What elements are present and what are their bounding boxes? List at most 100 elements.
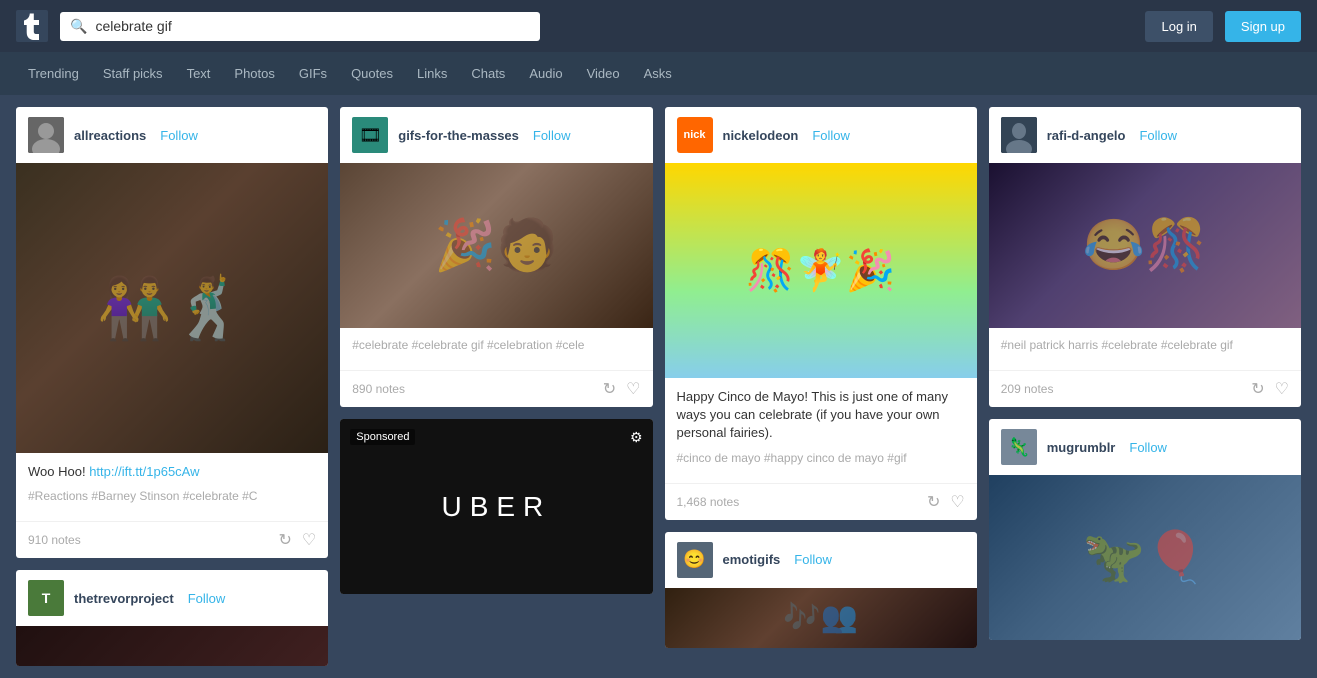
card-rafi: rafi-d-angelo Follow 😂🎊 #neil patrick ha… <box>989 107 1301 407</box>
like-rafi[interactable]: ♡ <box>1275 379 1289 399</box>
image-gifs: 🎉🧑 <box>340 163 652 328</box>
card-header-rafi: rafi-d-angelo Follow <box>989 107 1301 163</box>
card-thetrevorproject: T thetrevorproject Follow <box>16 570 328 666</box>
avatar-gifs: 🎞 <box>352 117 388 153</box>
nav-chats[interactable]: Chats <box>459 52 517 95</box>
column-4: rafi-d-angelo Follow 😂🎊 #neil patrick ha… <box>989 107 1301 640</box>
search-icon: 🔍 <box>70 18 87 35</box>
body-rafi: #neil patrick harris #celebrate #celebra… <box>989 328 1301 370</box>
image-rafi: 😂🎊 <box>989 163 1301 328</box>
nav-asks[interactable]: Asks <box>632 52 684 95</box>
nav-text[interactable]: Text <box>175 52 223 95</box>
username-mugrumblr[interactable]: mugrumblr <box>1047 440 1116 455</box>
image-sponsored: Sponsored ⚙ UBER <box>340 419 652 594</box>
actions-allreactions: ↻ ♡ <box>279 530 317 550</box>
sponsored-badge: Sponsored <box>350 429 415 445</box>
reblog-gifs[interactable]: ↻ <box>603 379 616 399</box>
image-emotigifs: 🎶👥 <box>665 588 977 648</box>
follow-nickelodeon[interactable]: Follow <box>812 128 850 143</box>
body-allreactions: Woo Hoo! http://ift.tt/1p65cAw #Reaction… <box>16 453 328 521</box>
nav-video[interactable]: Video <box>575 52 632 95</box>
avatar-nickelodeon: nick <box>677 117 713 153</box>
notes-nickelodeon: 1,468 notes <box>677 495 928 509</box>
tags-nickelodeon: #cinco de mayo #happy cinco de mayo #gif <box>677 451 965 465</box>
username-nickelodeon[interactable]: nickelodeon <box>723 128 799 143</box>
notes-gifs: 890 notes <box>352 382 603 396</box>
card-gifs: 🎞 gifs-for-the-masses Follow 🎉🧑 #celebra… <box>340 107 652 407</box>
reblog-allreactions[interactable]: ↻ <box>279 530 292 550</box>
sponsored-settings-icon[interactable]: ⚙ <box>630 429 643 446</box>
content-grid: allreactions Follow 👫🕺 Woo Hoo! http://i… <box>0 95 1317 678</box>
nav-links[interactable]: Links <box>405 52 459 95</box>
like-allreactions[interactable]: ♡ <box>302 530 316 550</box>
nav-quotes[interactable]: Quotes <box>339 52 405 95</box>
card-sponsored: Sponsored ⚙ UBER <box>340 419 652 594</box>
card-header-gifs: 🎞 gifs-for-the-masses Follow <box>340 107 652 163</box>
search-box: 🔍 <box>60 12 540 41</box>
username-allreactions[interactable]: allreactions <box>74 128 146 143</box>
card-header-emotigifs: 😊 emotigifs Follow <box>665 532 977 588</box>
link-allreactions[interactable]: http://ift.tt/1p65cAw <box>89 464 199 479</box>
nav-photos[interactable]: Photos <box>222 52 286 95</box>
uber-logo: UBER <box>441 491 551 523</box>
username-gifs[interactable]: gifs-for-the-masses <box>398 128 519 143</box>
follow-allreactions[interactable]: Follow <box>160 128 198 143</box>
username-emotigifs[interactable]: emotigifs <box>723 552 781 567</box>
follow-mugrumblr[interactable]: Follow <box>1129 440 1167 455</box>
body-gifs: #celebrate #celebrate gif #celebration #… <box>340 328 652 370</box>
username-rafi[interactable]: rafi-d-angelo <box>1047 128 1126 143</box>
footer-rafi: 209 notes ↻ ♡ <box>989 370 1301 407</box>
login-button[interactable]: Log in <box>1145 11 1212 42</box>
follow-rafi[interactable]: Follow <box>1139 128 1177 143</box>
footer-nickelodeon: 1,468 notes ↻ ♡ <box>665 483 977 520</box>
username-thetrevor[interactable]: thetrevorproject <box>74 591 174 606</box>
card-header-mugrumblr: 🦎 mugrumblr Follow <box>989 419 1301 475</box>
actions-gifs: ↻ ♡ <box>603 379 641 399</box>
card-emotigifs: 😊 emotigifs Follow 🎶👥 <box>665 532 977 648</box>
header: 🔍 Log in Sign up <box>0 0 1317 52</box>
nav-audio[interactable]: Audio <box>517 52 574 95</box>
card-nickelodeon: nick nickelodeon Follow 🎊🧚🎉 Happy Cinco … <box>665 107 977 520</box>
nav-gifs[interactable]: GIFs <box>287 52 339 95</box>
column-2: 🎞 gifs-for-the-masses Follow 🎉🧑 #celebra… <box>340 107 652 594</box>
image-allreactions: 👫🕺 <box>16 163 328 453</box>
tumblr-logo[interactable] <box>16 10 48 42</box>
main-nav: Trending Staff picks Text Photos GIFs Qu… <box>0 52 1317 95</box>
reblog-nickelodeon[interactable]: ↻ <box>927 492 940 512</box>
card-header-thetrevor: T thetrevorproject Follow <box>16 570 328 626</box>
card-allreactions: allreactions Follow 👫🕺 Woo Hoo! http://i… <box>16 107 328 558</box>
avatar-rafi <box>1001 117 1037 153</box>
column-3: nick nickelodeon Follow 🎊🧚🎉 Happy Cinco … <box>665 107 977 648</box>
card-mugrumblr: 🦎 mugrumblr Follow 🦖🎈 <box>989 419 1301 640</box>
body-nickelodeon: Happy Cinco de Mayo! This is just one of… <box>665 378 977 483</box>
card-header-allreactions: allreactions Follow <box>16 107 328 163</box>
search-input[interactable] <box>95 18 530 34</box>
avatar-thetrevor: T <box>28 580 64 616</box>
notes-allreactions: 910 notes <box>28 533 279 547</box>
avatar-allreactions <box>28 117 64 153</box>
like-nickelodeon[interactable]: ♡ <box>950 492 964 512</box>
tags-gifs: #celebrate #celebrate gif #celebration #… <box>352 338 640 352</box>
actions-rafi: ↻ ♡ <box>1251 379 1289 399</box>
image-nickelodeon: 🎊🧚🎉 <box>665 163 977 378</box>
reblog-rafi[interactable]: ↻ <box>1251 379 1264 399</box>
column-1: allreactions Follow 👫🕺 Woo Hoo! http://i… <box>16 107 328 666</box>
text-nickelodeon: Happy Cinco de Mayo! This is just one of… <box>677 388 965 443</box>
signup-button[interactable]: Sign up <box>1225 11 1301 42</box>
image-mugrumblr: 🦖🎈 <box>989 475 1301 640</box>
card-header-nickelodeon: nick nickelodeon Follow <box>665 107 977 163</box>
like-gifs[interactable]: ♡ <box>626 379 640 399</box>
follow-thetrevor[interactable]: Follow <box>188 591 226 606</box>
avatar-mugrumblr: 🦎 <box>1001 429 1037 465</box>
tags-rafi: #neil patrick harris #celebrate #celebra… <box>1001 338 1289 352</box>
footer-gifs: 890 notes ↻ ♡ <box>340 370 652 407</box>
follow-gifs[interactable]: Follow <box>533 128 571 143</box>
follow-emotigifs[interactable]: Follow <box>794 552 832 567</box>
avatar-emotigifs: 😊 <box>677 542 713 578</box>
nav-trending[interactable]: Trending <box>16 52 91 95</box>
text-allreactions: Woo Hoo! http://ift.tt/1p65cAw <box>28 463 316 481</box>
actions-nickelodeon: ↻ ♡ <box>927 492 965 512</box>
nav-staff-picks[interactable]: Staff picks <box>91 52 175 95</box>
notes-rafi: 209 notes <box>1001 382 1252 396</box>
tags-allreactions: #Reactions #Barney Stinson #celebrate #C <box>28 489 316 503</box>
